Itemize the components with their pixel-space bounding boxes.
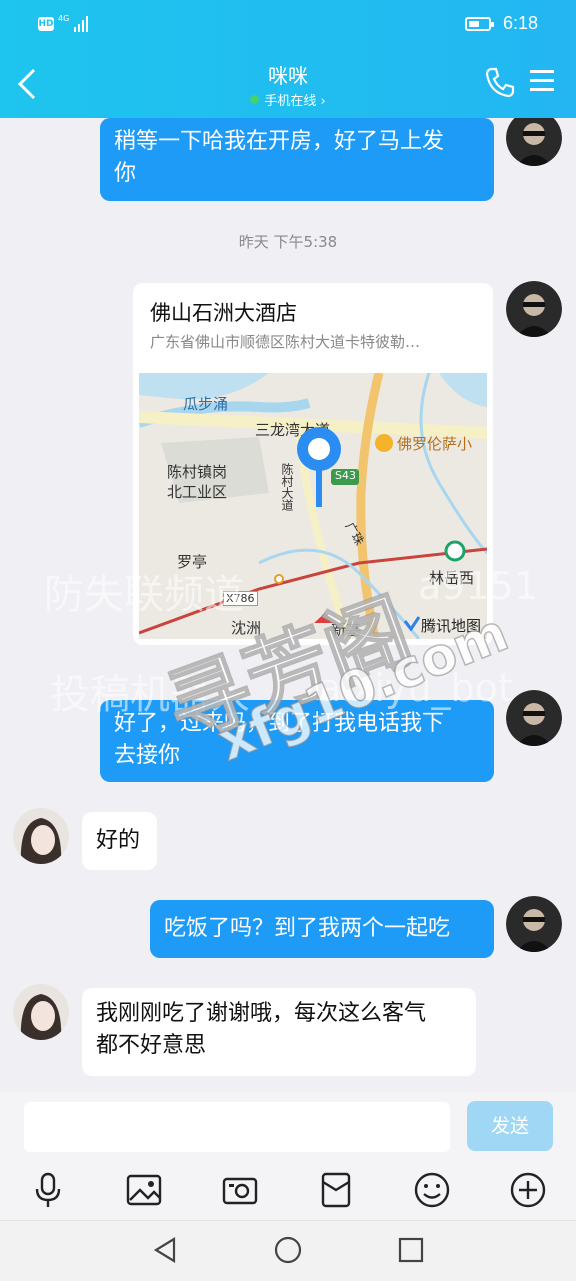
system-nav-bar [0,1220,576,1281]
chat-toolbar [0,1158,576,1220]
message-bubble-outgoing[interactable]: 稍等一下哈我在开房，好了马上发 你 [100,118,494,201]
message-timestamp: 昨天 下午5:38 [238,233,338,251]
contact-avatar[interactable] [13,808,69,864]
message-text: 都不好意思 [96,1033,207,1058]
location-pin-icon [297,427,341,507]
map-label: 瓜步涌 [183,395,229,413]
my-avatar[interactable] [506,281,562,337]
message-input[interactable] [24,1102,450,1152]
message-text: 你 [114,161,137,186]
signal-icon [74,16,88,32]
microphone-icon[interactable] [28,1170,68,1210]
message-bubble-outgoing[interactable]: 吃饭了吗？到了我两个一起吃 [150,900,494,958]
camera-icon[interactable] [220,1170,260,1210]
chat-area[interactable]: 稍等一下哈我在开房，好了马上发 你 昨天 下午5:38 佛山石洲大酒店 广东省佛… [0,118,576,1092]
message-text: 我刚刚吃了谢谢哦，每次这么客气 [96,1001,427,1026]
network-type: 4G [58,14,70,23]
back-arrow-icon[interactable] [16,68,40,100]
online-status[interactable]: 手机在线 › [188,90,388,109]
message-text: 去接你 [114,743,181,768]
plus-icon[interactable] [508,1170,548,1210]
map-label: 陈村镇岗 [167,463,228,481]
location-address: 广东省佛山市顺德区陈村大道卡特彼勒… [150,333,421,351]
menu-icon[interactable] [528,68,556,94]
map-label: 陈村大道 [280,463,294,511]
map-preview[interactable]: 瓜步涌 三龙湾大道 佛罗伦萨小 陈村镇岗 北工业区 陈村大道 S43 罗亭 林岳… [139,373,487,639]
emoji-icon[interactable] [412,1170,452,1210]
my-avatar[interactable] [506,118,562,166]
online-status-text: 手机在线 › [264,94,326,109]
input-bar: 发送 [0,1092,576,1158]
nav-recents-icon[interactable] [396,1235,426,1265]
nav-home-icon[interactable] [273,1235,303,1265]
map-label: 北工业区 [167,483,228,501]
red-packet-icon[interactable] [316,1170,356,1210]
map-label: 佛罗伦萨小 [397,435,473,453]
message-bubble-outgoing[interactable]: 好了，过来吗，到了打我电话我下 去接你 [100,700,494,782]
map-label: 罗亭 [177,553,208,571]
chat-header: 咪咪 手机在线 › [0,50,576,118]
message-bubble-incoming[interactable]: 我刚刚吃了谢谢哦，每次这么客气 都不好意思 [82,988,476,1076]
map-label: X786 [223,591,258,606]
message-bubble-incoming[interactable]: 好的 [82,812,157,870]
message-text: 好了，过来吗，到了打我电话我下 [114,711,445,736]
image-icon[interactable] [124,1170,164,1210]
online-dot-icon [250,95,260,104]
location-card[interactable]: 佛山石洲大酒店 广东省佛山市顺德区陈村大道卡特彼勒… 瓜步涌 三龙湾大道 佛罗伦… [133,283,493,645]
map-label: 沈洲 [231,619,262,637]
map-attribution: 腾讯地图 [421,617,482,635]
location-title: 佛山石洲大酒店 [150,301,297,325]
message-text: 好的 [96,828,141,853]
battery-icon [465,17,494,31]
message-text: 稍等一下哈我在开房，好了马上发 [114,129,445,154]
my-avatar[interactable] [506,690,562,746]
my-avatar[interactable] [506,896,562,952]
send-button[interactable]: 发送 [467,1101,553,1151]
map-label: 林岳西 [429,569,475,587]
contact-avatar[interactable] [13,984,69,1040]
status-bar: HD 4G 6:18 [0,0,576,50]
nav-back-icon[interactable] [150,1235,180,1265]
contact-name[interactable]: 咪咪 [188,60,388,89]
clock: 6:18 [503,13,539,33]
map-label: 新基 [331,621,362,639]
phone-icon[interactable] [484,66,516,98]
hd-badge: HD [38,17,54,31]
message-text: 吃饭了吗？到了我两个一起吃 [164,916,451,941]
